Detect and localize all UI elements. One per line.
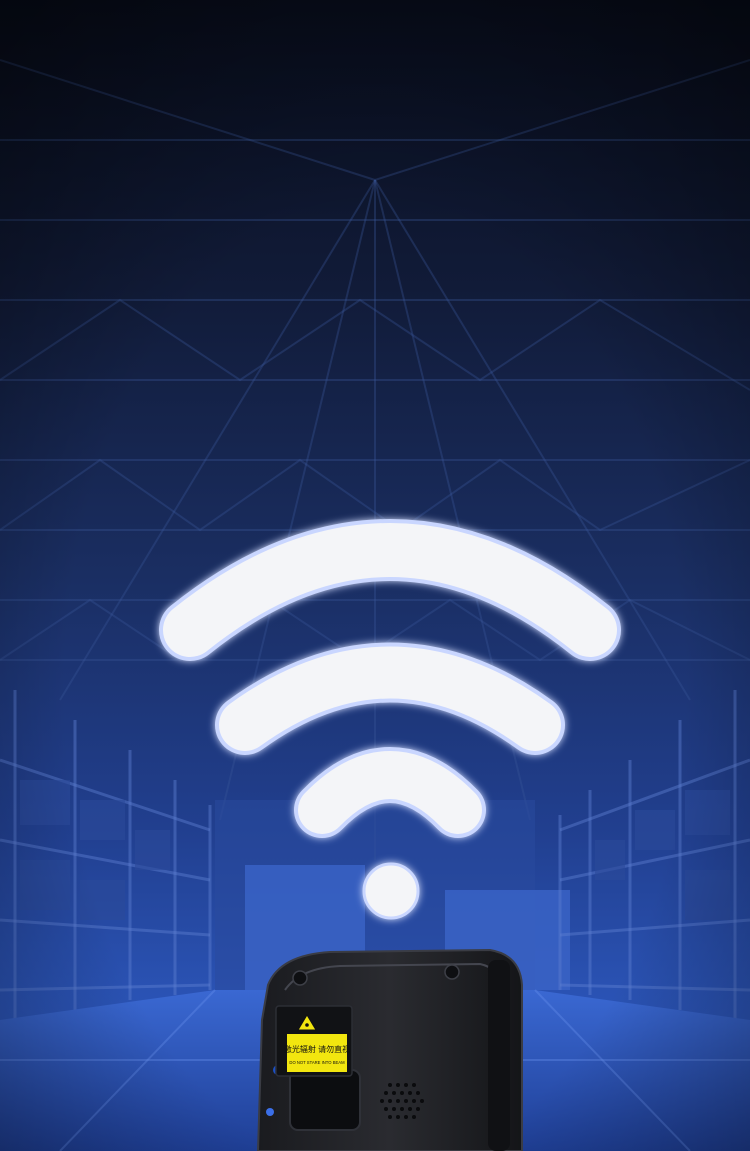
screw-right — [444, 964, 460, 980]
laser-warning-label: 激光辐射 请勿直视 DO NOT STARE INTO BEAM — [275, 1005, 353, 1077]
handheld-scanner-icon: 激光辐射 请勿直视 DO NOT STARE INTO BEAM — [256, 948, 523, 1151]
side-grip — [488, 960, 510, 1151]
screw-left — [292, 970, 308, 986]
label-line-2: DO NOT STARE INTO BEAM — [289, 1060, 345, 1065]
warehouse-wifi-scene: 激光辐射 请勿直视 DO NOT STARE INTO BEAM — [0, 0, 750, 1151]
wifi-dot — [362, 862, 420, 920]
label-line-1: 激光辐射 请勿直视 — [284, 1044, 350, 1054]
scanner-window — [289, 1069, 361, 1131]
